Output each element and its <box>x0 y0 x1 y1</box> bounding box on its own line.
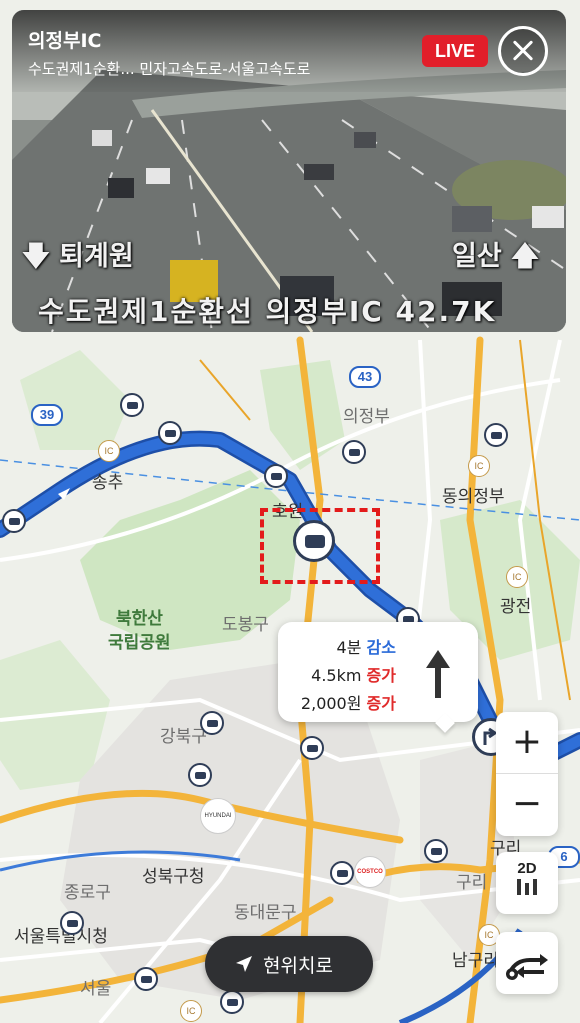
view-mode-button[interactable]: 2D <box>496 852 558 914</box>
toll-change-row: 2,000원 증가 <box>301 690 396 714</box>
map-label-namguri: 남구리 <box>452 951 499 971</box>
map-label-guri-2: 구리 <box>456 873 488 893</box>
cctv-camera-icon[interactable] <box>300 736 324 760</box>
cctv-camera-icon[interactable] <box>342 440 366 464</box>
cctv-caption: 수도권제1순환선 의정부IC 42.7K <box>38 295 497 328</box>
cctv-camera-icon[interactable] <box>484 423 508 447</box>
time-change-row: 4분 감소 <box>337 634 396 658</box>
zoom-in-button[interactable]: + <box>496 712 558 774</box>
route-shield-39: 39 <box>31 404 63 426</box>
map-label-gwangjeon: 광전 <box>500 597 532 617</box>
cctv-camera-icon[interactable] <box>264 464 288 488</box>
map-label-dongdaemun: 동대문구 <box>234 903 297 923</box>
distance-change-row: 4.5km 증가 <box>311 662 396 686</box>
map-label-uijeongbu: 의정부 <box>343 407 390 427</box>
cctv-live-panel[interactable]: 의정부IC 수도권제1순환... 민자고속도로-서울고속도로 LIVE 🡇 퇴계… <box>12 10 566 332</box>
map-label-seongbuk: 성북구청 <box>142 867 205 887</box>
selected-cctv-icon[interactable] <box>293 520 335 562</box>
map-label-dongeuijeongbu: 동의정부 <box>442 487 505 507</box>
cctv-camera-icon[interactable] <box>330 861 354 885</box>
live-badge: LIVE <box>422 35 488 67</box>
cctv-camera-icon[interactable] <box>220 990 244 1014</box>
building-icon <box>517 879 537 895</box>
ic-marker[interactable]: IC <box>180 1000 202 1022</box>
cctv-camera-icon[interactable] <box>200 711 224 735</box>
route-swap-icon <box>506 954 548 980</box>
cctv-title: 의정부IC <box>28 30 102 52</box>
view-mode-label: 2D <box>517 860 537 877</box>
map-label-bukhansan: 북한산 <box>116 609 163 629</box>
location-arrow-icon <box>236 956 252 972</box>
route-shield-43: 43 <box>349 366 381 388</box>
zoom-controls: + − <box>496 712 558 836</box>
cctv-camera-icon[interactable] <box>2 509 26 533</box>
cctv-camera-icon[interactable] <box>158 421 182 445</box>
distance-change-value: 4.5km <box>311 666 362 685</box>
map-label-national-park: 국립공원 <box>108 633 171 653</box>
cctv-subtitle: 수도권제1순환... 민자고속도로-서울고속도로 <box>28 60 311 78</box>
close-button[interactable] <box>498 26 548 76</box>
hyundai-logo[interactable]: HYUNDAI <box>200 798 236 834</box>
route-button[interactable] <box>496 932 558 994</box>
map-label-dobong: 도봉구 <box>222 615 269 635</box>
ic-marker[interactable]: IC <box>506 566 528 588</box>
cctv-direction-right: 일산 🡅 <box>452 241 539 272</box>
current-location-button[interactable]: 현위치로 <box>205 936 373 992</box>
zoom-out-button[interactable]: − <box>496 774 558 836</box>
costco-logo[interactable]: COSTCO <box>354 856 386 888</box>
toll-change-direction: 증가 <box>366 694 396 713</box>
time-change-value: 4분 <box>336 638 362 657</box>
toll-change-value: 2,000원 <box>300 694 362 713</box>
ic-marker[interactable]: IC <box>98 440 120 462</box>
cctv-camera-icon[interactable] <box>120 393 144 417</box>
cctv-direction-left: 🡇 퇴계원 <box>22 241 134 272</box>
cctv-camera-icon[interactable] <box>188 763 212 787</box>
cctv-camera-icon[interactable] <box>424 839 448 863</box>
route-change-card[interactable]: 4분 감소 4.5km 증가 2,000원 증가 <box>278 622 478 733</box>
cctv-camera-icon[interactable] <box>60 911 84 935</box>
map-label-songchu: 송추 <box>92 473 124 493</box>
current-location-label: 현위치로 <box>263 955 333 977</box>
time-change-direction: 감소 <box>366 638 396 657</box>
arrow-up-icon <box>426 650 450 698</box>
ic-marker[interactable]: IC <box>468 455 490 477</box>
map-label-seoul: 서울 <box>80 979 112 999</box>
distance-change-direction: 증가 <box>366 666 396 685</box>
map-label-jongno: 종로구 <box>64 883 111 903</box>
cctv-camera-icon[interactable] <box>134 967 158 991</box>
